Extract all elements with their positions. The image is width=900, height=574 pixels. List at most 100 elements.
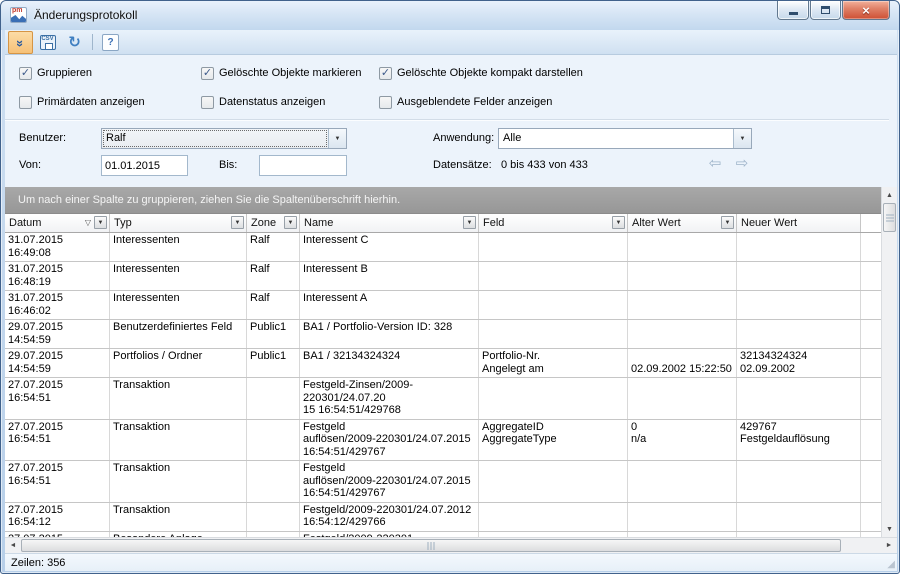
table-row[interactable]: 29.07.2015 14:54:59Portfolios / OrdnerPu… <box>5 349 881 378</box>
group-by-bar[interactable]: Um nach einer Spalte zu gruppieren, zieh… <box>5 187 881 214</box>
cell-alter-wert <box>628 378 737 419</box>
resize-grip[interactable]: ◢ <box>887 560 895 570</box>
scroll-up-icon[interactable]: ▲ <box>882 187 897 203</box>
previous-page-button[interactable]: ⇦ <box>705 155 725 171</box>
cell-neuer-wert <box>737 233 861 261</box>
refresh-button[interactable]: ↻ <box>62 31 87 54</box>
cell-zone: Public1 <box>247 320 300 348</box>
cell-datum: 31.07.2015 16:46:02 <box>5 291 110 319</box>
cell-datum: 27.07.2015 16:54:12 <box>5 503 110 531</box>
column-filter-button[interactable]: ▼ <box>231 216 244 229</box>
column-filter-button[interactable]: ▼ <box>721 216 734 229</box>
table-row[interactable]: 27.07.2015 16:54:51TransaktionFestgeld a… <box>5 461 881 503</box>
column-filter-button[interactable]: ▼ <box>94 216 107 229</box>
table-row[interactable]: 31.07.2015 16:48:19InteressentenRalfInte… <box>5 262 881 291</box>
column-filter-button[interactable]: ▼ <box>284 216 297 229</box>
checkbox-primärdaten-anzeigen[interactable] <box>19 96 32 109</box>
horizontal-scrollbar[interactable]: ◄ ► <box>5 537 897 553</box>
arrow-left-icon: ⇦ <box>709 156 722 171</box>
toggle-filter-panel-button[interactable]: » <box>8 31 33 54</box>
von-label: Von: <box>19 159 41 171</box>
column-header-zone[interactable]: Zone ▼ <box>247 214 300 232</box>
column-header-label: Name <box>304 217 333 229</box>
anwendung-combobox[interactable]: Alle ▼ <box>498 128 752 149</box>
column-header-name[interactable]: Name ▼ <box>300 214 479 232</box>
cell-datum: 31.07.2015 16:49:08 <box>5 233 110 261</box>
cell-alter-wert <box>628 291 737 319</box>
cell-name: Festgeld auflösen/2009-220301/24.07.2015… <box>300 420 479 461</box>
column-header-label: Alter Wert <box>632 217 681 229</box>
checkbox-item: Ausgeblendete Felder anzeigen <box>379 95 583 109</box>
column-filter-button[interactable]: ▼ <box>463 216 476 229</box>
cell-alter-wert <box>628 262 737 290</box>
column-header-alter-wert[interactable]: Alter Wert ▼ <box>628 214 737 232</box>
cell-feld <box>479 503 628 531</box>
chevron-down-icon: ▼ <box>335 136 341 142</box>
horizontal-scrollbar-thumb[interactable] <box>21 539 841 552</box>
cell-datum: 27.07.2015 16:54:51 <box>5 378 110 419</box>
scroll-left-icon[interactable]: ◄ <box>5 538 21 553</box>
checkbox-gruppieren[interactable]: ✓ <box>19 67 32 80</box>
checkbox-ausgeblendete-felder-anzeigen[interactable] <box>379 96 392 109</box>
cell-zone <box>247 461 300 502</box>
vertical-scrollbar[interactable]: ▲ ▼ <box>881 187 897 537</box>
scroll-down-icon[interactable]: ▼ <box>882 521 897 537</box>
cell-neuer-wert <box>737 461 861 502</box>
export-csv-button[interactable]: csv <box>35 31 60 54</box>
chevron-down-icon: ▼ <box>288 220 294 226</box>
maximize-button[interactable] <box>810 1 841 20</box>
scroll-right-icon[interactable]: ► <box>881 538 897 553</box>
cell-neuer-wert <box>737 378 861 419</box>
cell-alter-wert <box>628 233 737 261</box>
cell-name: BA1 / Portfolio-Version ID: 328 <box>300 320 479 348</box>
cell-zone: Ralf <box>247 291 300 319</box>
next-page-button[interactable]: ⇨ <box>732 155 752 171</box>
benutzer-dropdown-button[interactable]: ▼ <box>328 129 346 148</box>
cell-alter-wert <box>628 461 737 502</box>
cell-datum: 29.07.2015 14:54:59 <box>5 320 110 348</box>
column-header-neuer-wert[interactable]: Neuer Wert <box>737 214 861 232</box>
checkbox-datenstatus-anzeigen[interactable] <box>201 96 214 109</box>
bis-date-input[interactable] <box>259 155 347 176</box>
cell-zone <box>247 420 300 461</box>
checkbox-label: Primärdaten anzeigen <box>37 96 145 108</box>
minimize-icon <box>789 12 798 15</box>
table-row[interactable]: 31.07.2015 16:49:08InteressentenRalfInte… <box>5 233 881 262</box>
column-filter-button[interactable]: ▼ <box>612 216 625 229</box>
chevron-down-icon: ▼ <box>467 220 473 226</box>
grid-body: 31.07.2015 16:49:08InteressentenRalfInte… <box>5 233 881 537</box>
chevron-down-icon: ▼ <box>98 220 104 226</box>
table-row[interactable]: 29.07.2015 14:54:59Benutzerdefiniertes F… <box>5 320 881 349</box>
table-row[interactable]: 27.07.2015 16:54:51TransaktionFestgeld a… <box>5 420 881 462</box>
checkbox-item: Datenstatus anzeigen <box>201 95 379 109</box>
column-header-datum[interactable]: Datum▽▼ <box>5 214 110 232</box>
checkbox-label: Ausgeblendete Felder anzeigen <box>397 96 552 108</box>
column-header-label: Neuer Wert <box>741 217 797 229</box>
thumb-grip-icon <box>428 542 435 550</box>
checkbox-gelöschte-objekte-markieren[interactable]: ✓ <box>201 67 214 80</box>
sort-descending-icon: ▽ <box>85 219 91 227</box>
help-button[interactable]: ? <box>98 31 123 54</box>
benutzer-combobox[interactable]: Ralf ▼ <box>101 128 347 149</box>
von-date-input[interactable] <box>101 155 188 176</box>
table-row[interactable]: 27.07.2015 16:54:12TransaktionFestgeld/2… <box>5 503 881 532</box>
row-count-status: Zeilen: 356 <box>11 557 65 569</box>
window-title: Änderungsprotokoll <box>34 8 137 22</box>
column-header-feld[interactable]: Feld▼ <box>479 214 628 232</box>
table-row[interactable]: 27.07.2015 16:54:51TransaktionFestgeld-Z… <box>5 378 881 420</box>
minimize-button[interactable] <box>777 1 809 20</box>
horizontal-scrollbar-track[interactable] <box>841 538 881 553</box>
checkbox-label: Gelöschte Objekte kompakt darstellen <box>397 67 583 79</box>
cell-zone: Ralf <box>247 233 300 261</box>
checkbox-gelöschte-objekte-kompakt-darstellen[interactable]: ✓ <box>379 67 392 80</box>
vertical-scrollbar-track[interactable] <box>882 232 897 521</box>
table-row[interactable]: 31.07.2015 16:46:02InteressentenRalfInte… <box>5 291 881 320</box>
column-header-label: Zone <box>251 217 276 229</box>
window-controls: × <box>776 1 890 20</box>
cell-neuer-wert <box>737 262 861 290</box>
column-header-typ[interactable]: Typ▼ <box>110 214 247 232</box>
close-button[interactable]: × <box>842 1 890 20</box>
maximize-icon <box>821 6 830 14</box>
vertical-scrollbar-thumb[interactable] <box>883 203 896 232</box>
anwendung-dropdown-button[interactable]: ▼ <box>733 129 751 148</box>
